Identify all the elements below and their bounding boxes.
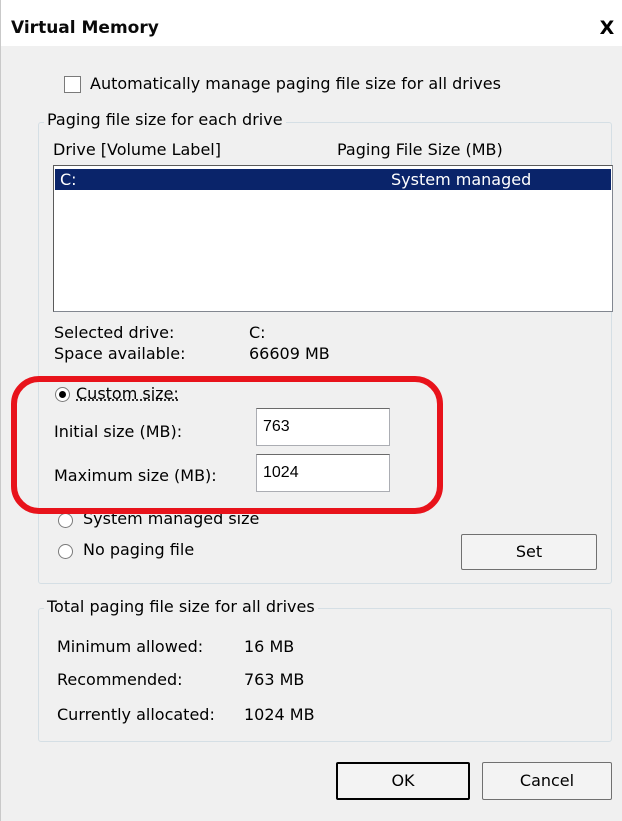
minimum-allowed-value: 16 MB: [244, 637, 295, 656]
custom-size-radio[interactable]: [55, 387, 70, 402]
close-icon: X: [599, 17, 615, 39]
system-managed-radio[interactable]: [58, 513, 73, 528]
recommended-value: 763 MB: [244, 670, 305, 689]
system-managed-label[interactable]: System managed size: [83, 509, 259, 528]
set-button[interactable]: Set: [461, 534, 597, 570]
cancel-button[interactable]: Cancel: [482, 762, 612, 800]
initial-size-input[interactable]: [256, 408, 390, 446]
no-paging-file-radio[interactable]: [58, 544, 73, 559]
column-header-drive: Drive [Volume Label]: [53, 140, 221, 159]
maximum-size-label: Maximum size (MB):: [54, 466, 217, 485]
selected-drive-value: C:: [249, 323, 266, 342]
ok-button[interactable]: OK: [336, 762, 470, 800]
drive-list-item[interactable]: C: System managed: [55, 169, 611, 190]
close-button[interactable]: X: [597, 17, 617, 39]
window-title: Virtual Memory: [11, 18, 159, 38]
column-header-size: Paging File Size (MB): [337, 140, 503, 159]
auto-manage-label[interactable]: Automatically manage paging file size fo…: [90, 74, 501, 93]
currently-allocated-value: 1024 MB: [244, 705, 315, 724]
paging-group-legend: Paging file size for each drive: [44, 110, 286, 129]
initial-size-label: Initial size (MB):: [54, 422, 183, 441]
drive-paging-size: System managed: [391, 170, 532, 189]
drive-letter: C:: [60, 170, 77, 189]
recommended-label: Recommended:: [57, 670, 183, 689]
space-available-label: Space available:: [54, 344, 186, 363]
virtual-memory-dialog: Virtual Memory X Automatically manage pa…: [0, 0, 622, 821]
maximum-size-input[interactable]: [256, 454, 390, 492]
auto-manage-checkbox[interactable]: [64, 76, 81, 93]
title-bar: Virtual Memory X: [1, 0, 622, 46]
no-paging-file-label[interactable]: No paging file: [83, 540, 194, 559]
selected-drive-label: Selected drive:: [54, 323, 175, 342]
space-available-value: 66609 MB: [249, 344, 330, 363]
currently-allocated-label: Currently allocated:: [57, 705, 215, 724]
total-group-legend: Total paging file size for all drives: [44, 597, 318, 616]
drive-list[interactable]: C: System managed: [53, 165, 613, 312]
minimum-allowed-label: Minimum allowed:: [57, 637, 204, 656]
custom-size-label[interactable]: Custom size:: [76, 384, 179, 403]
